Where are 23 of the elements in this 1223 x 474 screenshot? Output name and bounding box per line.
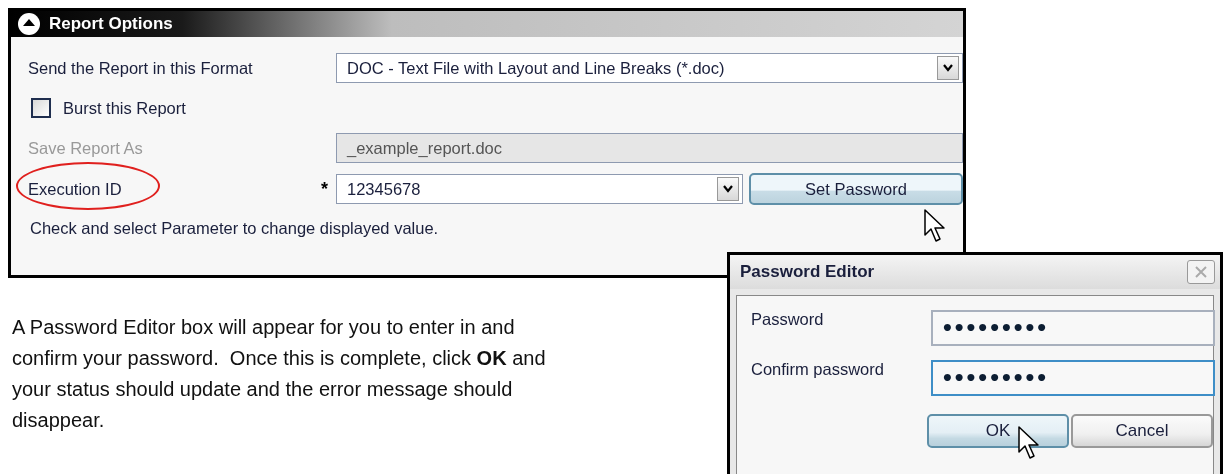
set-password-button[interactable]: Set Password [749, 173, 963, 205]
dialog-title: Password Editor [740, 262, 875, 282]
format-dropdown[interactable]: DOC - Text File with Layout and Line Breaks (*.doc) [336, 53, 963, 83]
field-label: Confirm password [751, 360, 885, 379]
required-mark: * [320, 178, 329, 200]
mouse-pointer-icon [923, 209, 947, 243]
execution-id-dropdown[interactable]: 12345678 [336, 174, 743, 204]
checkbox[interactable] [31, 98, 51, 118]
collapse-toggle-icon[interactable] [17, 12, 41, 36]
dialog-button[interactable]: Cancel [1071, 414, 1213, 448]
dialog-button[interactable]: OK [927, 414, 1069, 448]
password-field[interactable]: ••••••••• [931, 360, 1215, 396]
instruction-paragraph: A Password Editor box will appear for you to enter in and confirm your password. Once this is complete, click OK and your status should update and the error message should disappear. [12, 315, 547, 433]
field-label: Execution ID [28, 179, 122, 198]
mouse-pointer-icon [1017, 426, 1041, 460]
password-field[interactable]: ••••••••• [931, 310, 1215, 346]
field-label: Password [751, 310, 825, 329]
checkbox-label: Burst this Report [63, 98, 186, 118]
hint-text: Check and select Parameter to change displayed value. [29, 218, 439, 238]
field-label: Send the Report in this Format [28, 58, 254, 78]
panel-title: Report Options [49, 14, 173, 34]
field-label: Save Report As [28, 138, 144, 158]
close-icon[interactable] [1187, 260, 1215, 284]
